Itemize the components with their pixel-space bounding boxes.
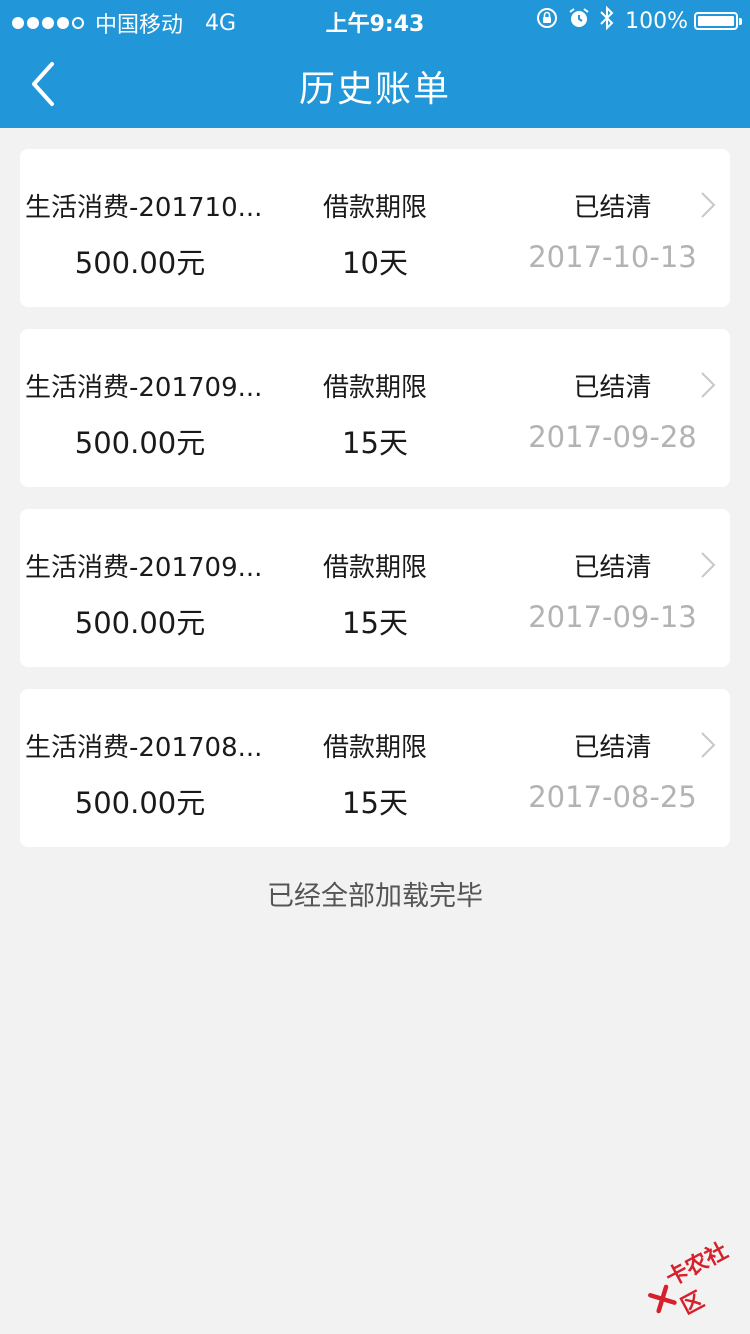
- bluetooth-icon: [599, 5, 615, 37]
- alarm-icon: [567, 6, 591, 36]
- term-label: 借款期限: [322, 193, 427, 223]
- bill-info: 生活消费-201710... 500.00元: [20, 149, 263, 307]
- term-value: 15天: [342, 786, 408, 820]
- all-loaded-text: 已经全部加载完毕: [267, 881, 483, 912]
- term-label: 借款期限: [322, 373, 427, 403]
- page-title: 历史账单: [298, 69, 451, 110]
- watermark-logo: 卡农社区: [638, 1229, 750, 1331]
- bill-date: 2017-09-28: [528, 420, 697, 454]
- battery-fill: [698, 16, 734, 26]
- bill-date: 2017-10-13: [528, 240, 697, 274]
- bill-info: 生活消费-201709... 500.00元: [20, 509, 263, 667]
- bill-date: 2017-08-25: [528, 780, 697, 814]
- bill-status: 已结清 2017-08-25: [520, 689, 705, 847]
- term-label: 借款期限: [322, 733, 427, 763]
- bill-amount: 500.00元: [74, 246, 206, 280]
- bill-name: 生活消费-201708...: [25, 733, 263, 763]
- app-header: 中国移动 4G 上午9:43 100% 历史账单: [0, 0, 750, 128]
- status-bar-right: 100%: [527, 5, 742, 37]
- bill-card[interactable]: 生活消费-201709... 500.00元 借款期限 15天 已结清 2017…: [20, 509, 730, 667]
- bill-list: 生活消费-201710... 500.00元 借款期限 10天 已结清 2017…: [20, 149, 730, 869]
- chevron-right-icon: [701, 372, 716, 398]
- battery-percent: 100%: [625, 8, 688, 34]
- bill-info: 生活消费-201708... 500.00元: [20, 689, 263, 847]
- bill-amount: 500.00元: [74, 426, 206, 460]
- bill-term: 借款期限 10天: [260, 149, 490, 307]
- bill-date: 2017-09-13: [528, 600, 697, 634]
- status-text: 已结清: [573, 733, 652, 763]
- term-value: 15天: [342, 606, 408, 640]
- status-bar: 中国移动 4G 上午9:43 100%: [0, 0, 750, 40]
- bill-term: 借款期限 15天: [260, 689, 490, 847]
- bill-info: 生活消费-201709... 500.00元: [20, 329, 263, 487]
- term-value: 15天: [342, 426, 408, 460]
- bill-name: 生活消费-201709...: [25, 553, 263, 583]
- bill-amount: 500.00元: [74, 606, 206, 640]
- chevron-right-icon: [701, 552, 716, 578]
- status-text: 已结清: [573, 193, 652, 223]
- bill-term: 借款期限 15天: [260, 329, 490, 487]
- orientation-lock-icon: [535, 6, 559, 36]
- bill-amount: 500.00元: [74, 786, 206, 820]
- chevron-right-icon: [701, 192, 716, 218]
- bill-card[interactable]: 生活消费-201708... 500.00元 借款期限 15天 已结清 2017…: [20, 689, 730, 847]
- status-text: 已结清: [573, 373, 652, 403]
- bill-card[interactable]: 生活消费-201710... 500.00元 借款期限 10天 已结清 2017…: [20, 149, 730, 307]
- bill-name: 生活消费-201709...: [25, 373, 263, 403]
- battery-icon: [694, 12, 742, 30]
- bill-status: 已结清 2017-10-13: [520, 149, 705, 307]
- bill-term: 借款期限 15天: [260, 509, 490, 667]
- nav-bar: 历史账单: [0, 40, 750, 128]
- bill-status: 已结清 2017-09-13: [520, 509, 705, 667]
- term-label: 借款期限: [322, 553, 427, 583]
- status-text: 已结清: [573, 553, 652, 583]
- bill-card[interactable]: 生活消费-201709... 500.00元 借款期限 15天 已结清 2017…: [20, 329, 730, 487]
- bill-status: 已结清 2017-09-28: [520, 329, 705, 487]
- bill-name: 生活消费-201710...: [25, 193, 263, 223]
- chevron-right-icon: [701, 732, 716, 758]
- term-value: 10天: [342, 246, 408, 280]
